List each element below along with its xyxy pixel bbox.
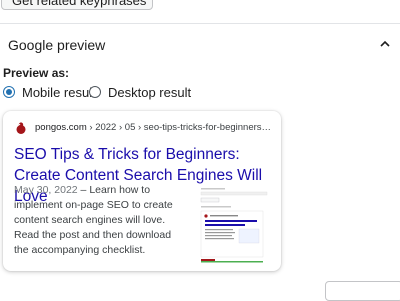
section-divider xyxy=(0,23,400,24)
google-preview-title: Google preview xyxy=(8,37,106,53)
chevron-up-icon[interactable] xyxy=(378,37,392,51)
desktop-result-radio[interactable] xyxy=(89,86,101,98)
desktop-result-option[interactable]: Desktop result xyxy=(89,83,191,101)
site-favicon-icon xyxy=(16,122,26,134)
desktop-result-label: Desktop result xyxy=(108,84,192,100)
mobile-result-option[interactable]: Mobile result xyxy=(3,83,96,101)
bottom-action-button[interactable] xyxy=(325,281,400,301)
result-date: May 30, 2022 xyxy=(14,184,78,196)
get-related-keyphrases-button[interactable]: Get related keyphrases xyxy=(1,0,153,10)
result-site: pongos.com xyxy=(35,122,87,133)
result-separator: – xyxy=(77,184,90,196)
preview-as-label: Preview as: xyxy=(3,66,70,80)
mobile-result-radio[interactable] xyxy=(3,86,15,98)
result-breadcrumb[interactable]: pongos.com › 2022 › 05 › seo-tips-tricks… xyxy=(35,122,271,133)
mobile-result-label: Mobile result xyxy=(22,84,96,100)
result-path: › 2022 › 05 › seo-tips-tricks-for-beginn… xyxy=(86,122,272,133)
google-preview-card: pongos.com › 2022 › 05 › seo-tips-tricks… xyxy=(3,111,281,271)
result-snippet: May 30, 2022 – Learn how to implement on… xyxy=(14,183,184,258)
result-thumbnail xyxy=(197,185,269,263)
